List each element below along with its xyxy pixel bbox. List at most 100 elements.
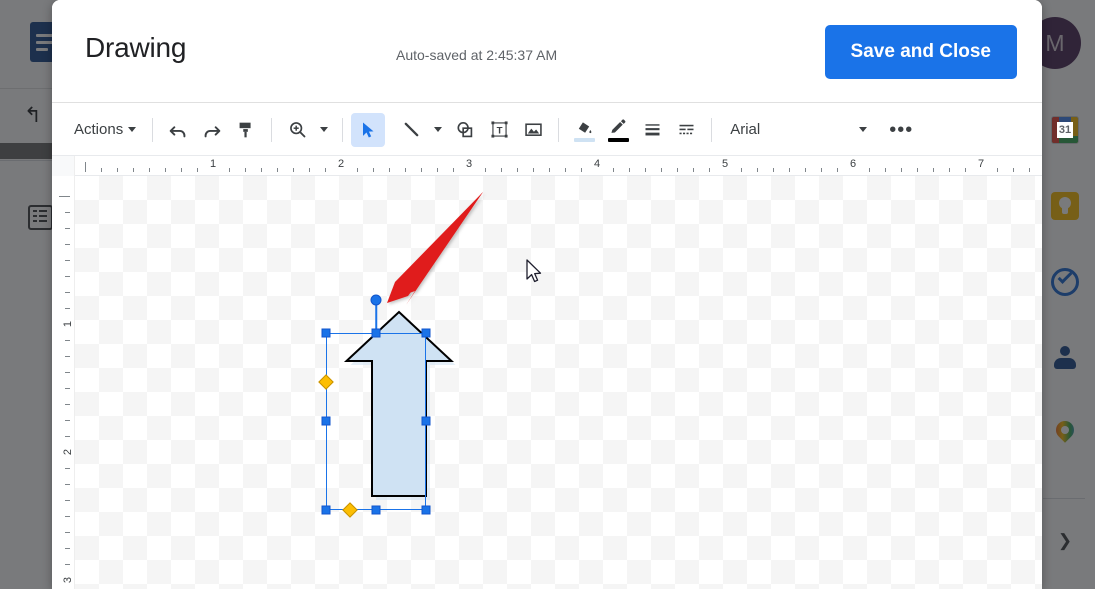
ruler-tick	[65, 420, 70, 421]
actions-menu-label: Actions	[74, 121, 124, 138]
ruler-tick	[965, 168, 966, 172]
ruler-tick	[789, 168, 790, 172]
ruler-tick	[533, 168, 534, 172]
ruler-tick	[165, 168, 166, 172]
ruler-tick	[629, 168, 630, 172]
ruler-tick	[485, 168, 486, 172]
calendar-day-label: 31	[1057, 122, 1073, 138]
resize-handle-nw[interactable]	[321, 328, 331, 338]
ruler-tick	[309, 168, 310, 172]
ruler-label: 3	[465, 158, 473, 170]
ruler-tick	[325, 168, 326, 172]
ruler-tick	[421, 168, 422, 172]
ruler-label: 1	[61, 320, 74, 328]
ruler-tick	[693, 168, 694, 172]
select-tool-button[interactable]	[351, 112, 386, 147]
ruler-tick	[1013, 168, 1014, 172]
ruler-tick	[517, 168, 518, 172]
drawing-canvas[interactable]	[75, 176, 1042, 589]
ruler-tick	[757, 168, 758, 172]
redo-button[interactable]	[195, 113, 229, 147]
zoom-button[interactable]	[280, 113, 314, 147]
ruler-tick	[229, 168, 230, 172]
image-icon	[524, 123, 542, 136]
redo-icon	[204, 125, 221, 137]
ruler-corner	[52, 156, 75, 176]
line-dash-button[interactable]	[669, 113, 703, 147]
ruler-label: 2	[61, 448, 74, 456]
ruler-tick	[65, 356, 70, 357]
image-button[interactable]	[516, 113, 550, 147]
chevron-down-icon	[859, 127, 868, 132]
resize-handle-ne[interactable]	[421, 328, 431, 338]
resize-handle-s[interactable]	[371, 505, 381, 515]
chevron-down-icon	[434, 127, 443, 132]
line-weight-icon	[645, 124, 660, 136]
ruler-tick	[85, 162, 86, 172]
resize-handle-se[interactable]	[421, 505, 431, 515]
text-box-icon: T	[491, 121, 508, 138]
resize-handle-w[interactable]	[321, 416, 331, 426]
more-options-button[interactable]: •••	[884, 113, 918, 147]
ruler-tick	[65, 260, 70, 261]
ruler-tick	[549, 168, 550, 172]
line-tool-button[interactable]	[394, 113, 428, 147]
ruler-tick	[65, 532, 70, 533]
resize-handle-n[interactable]	[371, 328, 381, 338]
ruler-tick	[373, 168, 374, 172]
dialog-header: Drawing Auto-saved at 2:45:37 AM Save an…	[52, 0, 1042, 103]
autosave-status: Auto-saved at 2:45:37 AM	[396, 47, 558, 63]
ruler-label: 2	[337, 158, 345, 170]
line-dash-icon	[679, 124, 694, 135]
divider	[271, 117, 273, 142]
ruler-tick	[869, 168, 870, 172]
ruler-tick	[65, 388, 70, 389]
ruler-tick	[65, 228, 70, 229]
page-title: Drawing	[85, 32, 187, 63]
ruler-tick	[357, 168, 358, 172]
ruler-tick	[773, 168, 774, 172]
ruler-tick	[885, 168, 886, 172]
ruler-tick	[949, 168, 950, 172]
font-family-dropdown-button[interactable]	[848, 114, 878, 146]
ruler-tick	[65, 484, 70, 485]
actions-menu-button[interactable]: Actions	[66, 114, 144, 146]
divider	[711, 117, 713, 142]
paint-format-button[interactable]	[229, 113, 263, 147]
shape-tool-button[interactable]	[448, 113, 482, 147]
rotation-handle[interactable]	[370, 294, 382, 306]
line-color-button[interactable]	[601, 112, 635, 148]
ruler-tick	[453, 168, 454, 172]
divider	[342, 117, 344, 142]
ruler-tick	[197, 168, 198, 172]
save-and-close-button[interactable]: Save and Close	[824, 25, 1017, 79]
divider	[558, 117, 560, 142]
ruler-tick	[65, 436, 70, 437]
fill-color-button[interactable]	[567, 112, 601, 148]
ruler-label: 7	[977, 158, 985, 170]
ruler-tick	[837, 168, 838, 172]
line-weight-button[interactable]	[635, 113, 669, 147]
chevron-down-icon	[320, 127, 329, 132]
ruler-tick	[181, 168, 182, 172]
ruler-tick	[245, 168, 246, 172]
chevron-down-icon	[128, 127, 137, 132]
resize-handle-e[interactable]	[421, 416, 431, 426]
resize-handle-sw[interactable]	[321, 505, 331, 515]
ruler-label: 4	[593, 158, 601, 170]
ruler-tick	[65, 404, 70, 405]
text-box-button[interactable]: T	[482, 113, 516, 147]
ruler-tick	[65, 212, 70, 213]
vertical-ruler[interactable]: 1 2 3	[52, 176, 75, 589]
fill-bucket-icon	[579, 122, 592, 134]
ruler-tick	[741, 168, 742, 172]
ruler-tick	[65, 244, 70, 245]
zoom-dropdown-button[interactable]	[314, 113, 334, 147]
ruler-tick	[59, 196, 70, 197]
font-family-select[interactable]: Arial	[720, 114, 848, 146]
undo-button[interactable]	[161, 113, 195, 147]
line-dropdown-button[interactable]	[428, 113, 448, 147]
horizontal-ruler[interactable]: 1 2 3 4 5 6 7	[52, 156, 1042, 176]
divider	[152, 117, 154, 142]
ruler-tick	[65, 340, 70, 341]
